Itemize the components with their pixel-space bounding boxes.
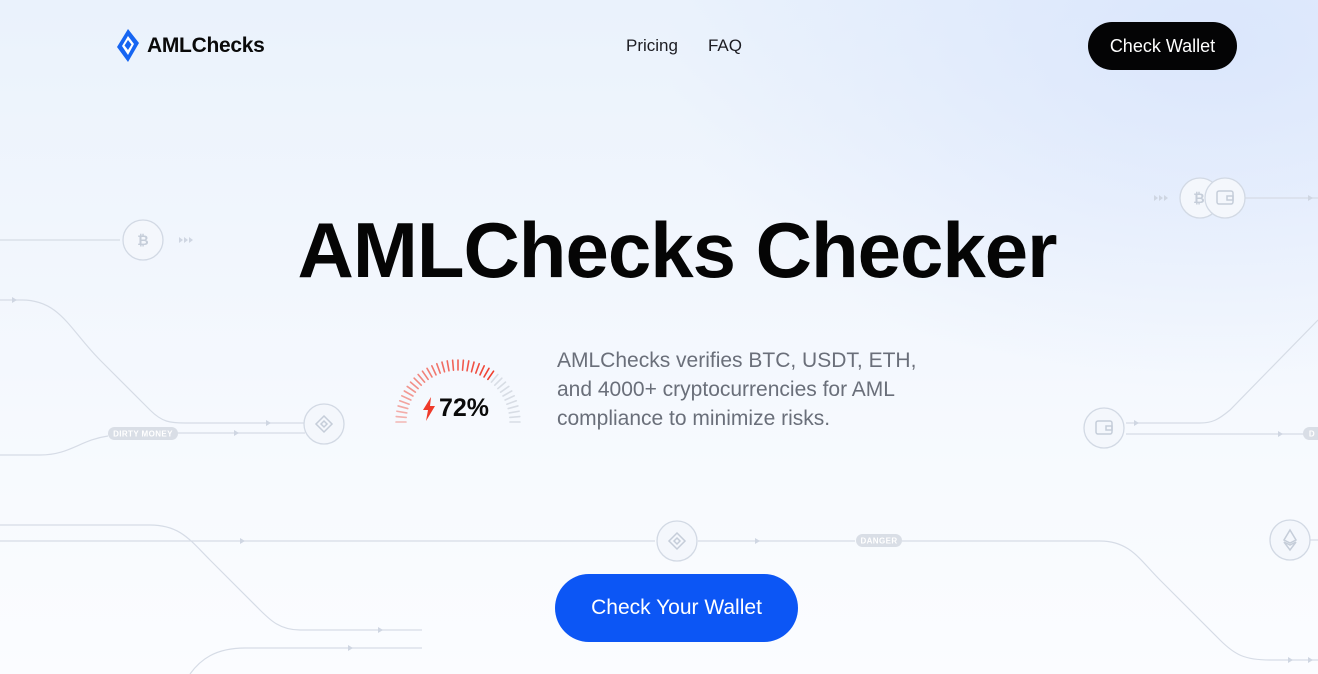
- amlchecks-logo-icon: [117, 29, 139, 62]
- gauge-tick: [396, 410, 408, 414]
- gauge-tick: [479, 365, 485, 376]
- gauge-tick: [441, 361, 446, 373]
- gauge-tick: [507, 405, 519, 410]
- check-your-wallet-button[interactable]: Check Your Wallet: [555, 574, 798, 642]
- gauge-tick: [493, 377, 503, 387]
- gauge-tick: [509, 415, 521, 419]
- gauge-tick: [401, 394, 412, 401]
- background-circuit: ₿ ₿ DIRTY MONEY DANGER D: [0, 177, 1318, 674]
- gauge-tick: [398, 399, 410, 406]
- gauge-tick: [435, 362, 442, 374]
- ethereum-icon: [1269, 519, 1311, 561]
- gauge-tick: [497, 381, 507, 390]
- gauge-tick: [502, 390, 513, 397]
- main-nav: Pricing FAQ: [626, 36, 742, 56]
- gauge-tick: [446, 360, 450, 372]
- svg-text:₿: ₿: [1193, 190, 1204, 206]
- gauge-tick: [483, 367, 490, 378]
- gauge-tick: [466, 360, 470, 372]
- gauge-tick: [426, 367, 433, 378]
- lightning-bolt-icon: [423, 396, 435, 421]
- gauge-tick: [430, 365, 437, 376]
- gauge-tick: [490, 373, 499, 383]
- gauge-tick: [413, 377, 423, 387]
- gauge-tick: [409, 381, 419, 390]
- gauge-tick: [397, 405, 409, 410]
- gauge-tick: [451, 359, 455, 372]
- nav-link-pricing[interactable]: Pricing: [626, 36, 678, 56]
- gauge-tick: [406, 385, 417, 393]
- binance-icon: [656, 520, 698, 562]
- hero-description: AMLChecks verifies BTC, USDT, ETH, and 4…: [557, 349, 917, 430]
- gauge-tick: [421, 370, 429, 381]
- gauge-tick: [470, 361, 475, 373]
- nav-link-faq[interactable]: FAQ: [708, 36, 742, 56]
- gauge-tick: [417, 373, 426, 383]
- hero-title: AMLChecks Checker: [297, 206, 1058, 294]
- check-wallet-button[interactable]: Check Wallet: [1088, 22, 1237, 70]
- gauge-tick: [487, 370, 495, 381]
- gauge-tick: [461, 359, 465, 372]
- brand-logo-link[interactable]: AMLChecks: [115, 28, 265, 64]
- gauge-tick: [395, 415, 408, 419]
- gauge-tick: [474, 362, 481, 374]
- tag-dirty-money: DIRTY MONEY: [113, 430, 173, 439]
- gauge-tick: [506, 399, 518, 406]
- gauge-tick: [504, 394, 515, 401]
- risk-score-value: 72%: [439, 394, 490, 422]
- risk-score-readout: 72%: [422, 394, 489, 423]
- binance-icon: [303, 403, 345, 445]
- wallet-icon: [1083, 407, 1125, 449]
- brand-name: AMLChecks: [147, 34, 265, 57]
- gauge-tick: [403, 390, 414, 397]
- tag-danger: DANGER: [860, 537, 897, 546]
- tag-d: D: [1309, 430, 1315, 439]
- gauge-tick: [499, 385, 510, 393]
- gauge-tick: [508, 410, 520, 414]
